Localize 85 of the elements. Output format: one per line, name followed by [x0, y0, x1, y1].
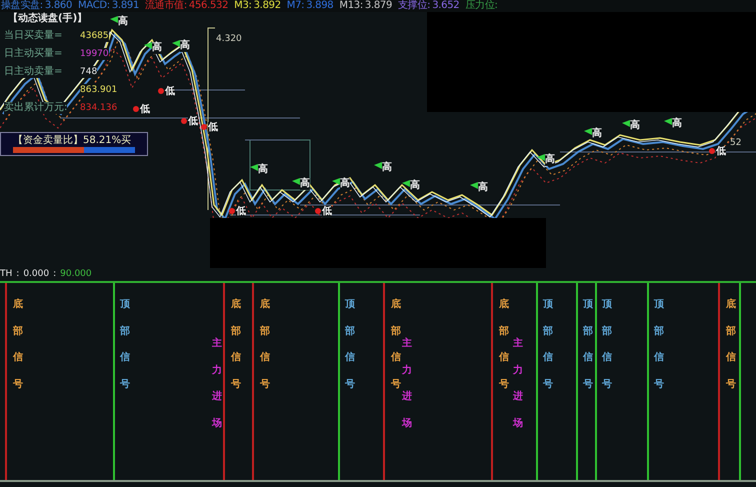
indicator-label: MACD:	[78, 0, 110, 12]
readout-label: 日主动买量=	[4, 48, 62, 60]
indicator-label: M3:	[234, 0, 252, 12]
separator: :	[16, 269, 20, 280]
high-marker: 高	[152, 42, 162, 54]
main-force-signal: 主力进场	[212, 336, 222, 430]
flag-icon	[292, 178, 300, 185]
indicator-label: 支撑位:	[398, 0, 430, 12]
indicator-value: 3.860	[44, 0, 72, 12]
top-signal: 顶部信号	[602, 298, 612, 392]
low-marker: 低	[716, 146, 726, 158]
high-marker: 高	[410, 180, 420, 192]
flag-icon	[664, 118, 672, 125]
flag-icon	[537, 154, 545, 161]
readout-value: 863.901	[80, 84, 118, 96]
high-marker: 高	[180, 40, 190, 52]
readout-value: 748	[80, 66, 98, 78]
dot-icon	[201, 124, 207, 130]
dot-icon	[133, 106, 139, 112]
flag-icon	[250, 164, 258, 171]
main-force-signal: 主力进场	[513, 336, 523, 430]
readout-label: 卖出累计万元:	[4, 102, 68, 114]
price-label: 4.320	[216, 34, 242, 45]
high-marker: 高	[630, 120, 640, 132]
flag-icon	[332, 178, 340, 185]
dot-icon	[181, 118, 187, 124]
high-marker: 高	[300, 178, 310, 190]
high-marker: 高	[672, 118, 682, 130]
dot-icon	[315, 208, 321, 214]
flag-icon	[402, 180, 410, 187]
dot-icon	[229, 208, 235, 214]
flag-icon	[470, 182, 478, 189]
top-signal: 顶部信号	[120, 298, 130, 392]
low-marker: 低	[322, 206, 332, 218]
indicator-value: 3.892	[254, 0, 281, 12]
indicator-value: 456.532	[188, 0, 228, 12]
high-marker: 高	[258, 164, 268, 176]
flag-icon	[110, 16, 118, 23]
separator: :	[53, 269, 56, 280]
indicator-value: TH	[0, 269, 12, 280]
readout-label: 日主动卖量=	[4, 66, 62, 78]
indicator-value: 3.898	[306, 0, 334, 12]
low-marker: 低	[165, 86, 175, 98]
indicator-label: M13:	[339, 0, 363, 12]
high-marker: 高	[118, 16, 128, 28]
dot-icon	[158, 88, 164, 94]
high-marker: 高	[592, 128, 602, 140]
low-marker: 低	[188, 116, 198, 128]
main-force-signal: 主力进场	[402, 336, 412, 430]
flag-icon	[374, 162, 382, 169]
indicator-value: 0.000	[23, 269, 50, 280]
high-marker: 高	[545, 154, 555, 166]
high-marker: 高	[382, 162, 392, 174]
panel-title: 【动态读盘(手)】	[8, 13, 88, 25]
indicator-value: 3.891	[112, 0, 140, 12]
indicator-value: 90.000	[60, 269, 92, 280]
bottom-signal: 底部信号	[260, 297, 270, 392]
flag-icon	[172, 40, 180, 47]
bottom-signal: 底部信号	[391, 297, 401, 392]
fund-ratio-label: 【资金卖量比】58.21%买	[13, 135, 132, 146]
indicator-label: M7:	[286, 0, 304, 12]
readout-value: 19970	[80, 48, 109, 60]
readout-label: 当日买卖量=	[4, 30, 62, 42]
low-marker: 低	[236, 206, 246, 218]
flag-icon	[584, 128, 592, 135]
top-signal: 顶部信号	[543, 298, 553, 392]
top-signal: 顶部信号	[583, 298, 593, 392]
readout-value: 43685	[80, 30, 109, 42]
high-marker: 高	[478, 182, 488, 194]
low-marker: 低	[140, 104, 150, 116]
indicator-value: 3.652	[432, 0, 460, 12]
high-marker: 高	[340, 178, 350, 190]
top-signal: 顶部信号	[654, 298, 664, 392]
indicator-label: 压力位:	[465, 0, 498, 12]
top-signal: 顶部信号	[345, 298, 355, 392]
bottom-signal: 底部信号	[726, 297, 736, 392]
flag-icon	[622, 120, 630, 127]
indicator-value: 3.879	[364, 0, 392, 12]
dot-icon	[709, 148, 715, 154]
flag-icon	[144, 42, 152, 49]
low-marker: 低	[208, 122, 218, 134]
bottom-signal: 底部信号	[499, 297, 509, 392]
bottom-signal: 底部信号	[13, 297, 23, 392]
bottom-signal: 底部信号	[231, 297, 241, 392]
price-label: 52	[730, 138, 742, 149]
